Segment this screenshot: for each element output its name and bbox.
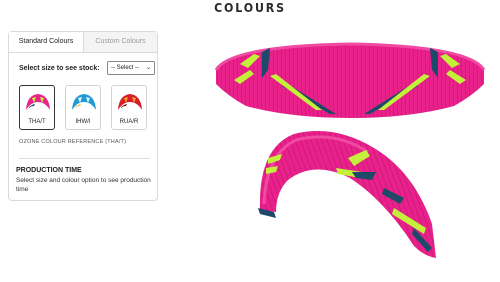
colour-options-panel: Standard Colours Custom Colours Select s… [8,31,158,201]
production-time-heading: PRODUCTION TIME [16,167,82,174]
stock-label: Select size to see stock: [19,65,100,72]
colour-reference: OZONE COLOUR REFERENCE (THA/T) [19,139,127,145]
tab-custom-colours[interactable]: Custom Colours [84,32,157,52]
divider [19,158,150,159]
wing-thumbnail-icon [26,94,50,110]
wing-top-view-image [214,42,486,118]
page-title: COLOURS [214,1,286,15]
size-select-value: -- Select -- [111,65,140,71]
tab-standard-colours[interactable]: Standard Colours [9,32,84,52]
production-time-text: Select size and colour option to see pro… [16,177,151,193]
wing-side-view-image [258,131,436,258]
wing-thumbnail-icon [118,94,142,110]
colour-swatch-tha-t[interactable]: THA/T [19,85,55,130]
colour-tabs: Standard Colours Custom Colours [9,32,157,53]
colour-swatch-rua-r[interactable]: RUA/R [111,85,147,130]
chevron-down-icon: ⌄ [145,65,151,71]
colour-swatch-ihw-i[interactable]: IHW/I [65,85,101,130]
swatch-code: THA/T [28,119,46,125]
swatch-code: IHW/I [75,119,91,125]
swatch-code: RUA/R [119,119,139,125]
wing-thumbnail-icon [72,94,96,110]
size-select[interactable]: -- Select -- ⌄ [107,61,155,75]
